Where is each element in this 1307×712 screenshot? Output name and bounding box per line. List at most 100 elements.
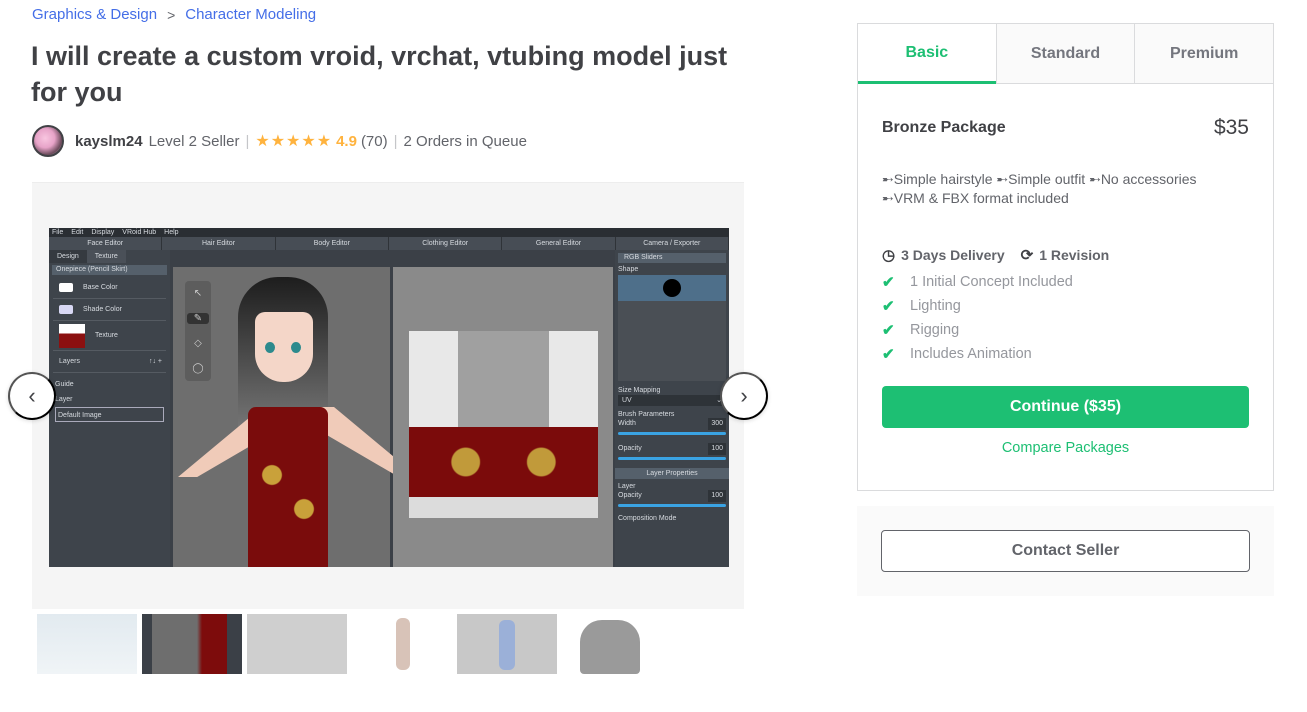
width-slider (618, 432, 726, 435)
vroid-editor-tabs: Face Editor Hair Editor Body Editor Clot… (49, 237, 729, 250)
model-viewport: ↖ ✎ ◇ ◯ (173, 267, 418, 567)
opacity-slider (618, 457, 726, 460)
star-rating-icon: ★★★★★ (255, 133, 333, 150)
tab-design: Design (49, 250, 87, 263)
brush-shapes (618, 275, 726, 381)
gallery-thumbnail-active[interactable] (142, 614, 242, 674)
gallery-thumbnail[interactable] (37, 614, 137, 674)
breadcrumb-character-modeling[interactable]: Character Modeling (185, 6, 316, 23)
breadcrumb-graphics-design[interactable]: Graphics & Design (32, 6, 157, 23)
opacity-label: Opacity (618, 445, 642, 452)
gallery-thumbnail[interactable] (562, 614, 662, 674)
color-swatch (59, 305, 73, 314)
contact-seller-button[interactable]: Contact Seller (881, 530, 1250, 572)
seller-username[interactable]: kayslm24 (75, 133, 143, 150)
orders-in-queue: 2 Orders in Queue (403, 132, 527, 150)
vroid-right-panel: RGB Sliders Shape Size Mapping UV ⌄ Brush… (615, 250, 729, 567)
pointer-icon: ↖ (193, 288, 203, 299)
prop-base-color: Base Color (53, 277, 166, 299)
gig-title: I will create a custom vroid, vrchat, vt… (31, 41, 728, 107)
layer-item: Guide (55, 381, 74, 388)
rating-score: 4.9 (336, 132, 357, 150)
section-onepiece: Onepiece (Pencil Skirt) (52, 265, 167, 275)
feature-list: ✔ 1 Initial Concept Included ✔ Lighting ✔ R… (882, 270, 1249, 366)
seller-overview: kayslm24 Level 2 Seller | ★★★★★ 4.9 (70)… (32, 125, 527, 157)
prop-label: Shade Color (83, 306, 122, 313)
gallery-thumbnail[interactable] (247, 614, 347, 674)
size-mapping-label: Size Mapping (618, 387, 661, 394)
feature-label: Rigging (910, 322, 960, 338)
check-icon: ✔ (882, 322, 895, 339)
shape-label: Shape (618, 266, 639, 273)
layer-item: Layer (55, 396, 73, 403)
divider: | (245, 132, 250, 150)
gallery-thumbnail[interactable] (352, 614, 452, 674)
editor-camera: Camera / Exporter (616, 237, 729, 250)
layer-opacity-slider (618, 504, 726, 507)
tool-palette: ↖ ✎ ◇ ◯ (185, 281, 211, 381)
layer-controls-icon: ↑↓ + (148, 358, 162, 365)
brush-params-label: Brush Parameters (618, 411, 675, 418)
gallery-prev-button[interactable]: ‹ (8, 372, 56, 420)
compare-packages-link[interactable]: Compare Packages (882, 440, 1249, 456)
revision-text: 1 Revision (1039, 247, 1110, 263)
editor-clothing: Clothing Editor (389, 237, 503, 250)
seller-level: Level 2 Seller (148, 132, 240, 150)
layer-opacity-value: 100 (708, 490, 726, 502)
gallery-thumbnail[interactable] (457, 614, 557, 674)
pencil-icon: ✎ (187, 313, 209, 324)
check-icon: ✔ (882, 298, 895, 315)
layer-properties-header: Layer Properties (615, 468, 729, 479)
vroid-left-panel: Design Texture Onepiece (Pencil Skirt) B… (49, 250, 170, 567)
layer-item: Default Image (55, 407, 164, 422)
delivery-info: ◷ 3 Days Delivery (882, 246, 1005, 264)
package-name: Bronze Package (882, 119, 1006, 136)
layers-label: Layers (59, 358, 81, 365)
feature-label: Includes Animation (910, 346, 1032, 362)
composition-mode-label: Composition Mode (618, 515, 677, 522)
chevron-left-icon: ‹ (28, 383, 36, 408)
clock-icon: ◷ (882, 247, 896, 264)
feature-item: ✔ Lighting (882, 294, 1249, 318)
opacity-value: 100 (708, 443, 726, 455)
package-card: Basic Standard Premium Bronze Package $3… (857, 23, 1274, 491)
package-price: $35 (1213, 116, 1249, 139)
tab-standard[interactable]: Standard (995, 24, 1135, 83)
menu-help: Help (164, 229, 179, 236)
chevron-right-icon: > (167, 6, 176, 23)
feature-item: ✔ Rigging (882, 318, 1249, 342)
layers-list: Guide Layer Default Image (49, 373, 170, 426)
seller-avatar[interactable] (32, 125, 64, 157)
menu-edit: Edit (71, 229, 84, 236)
check-icon: ✔ (882, 346, 895, 363)
menu-vroid-hub: VRoid Hub (122, 229, 157, 236)
tab-basic[interactable]: Basic (858, 24, 996, 84)
layers-header: Layers ↑↓ + (53, 351, 166, 373)
tab-texture: Texture (86, 250, 126, 263)
texture-uv-view (393, 267, 613, 567)
texture-thumbnail (59, 323, 85, 348)
prop-texture: Texture (53, 321, 166, 351)
breadcrumb: Graphics & Design > Character Modeling (32, 6, 316, 23)
editor-hair: Hair Editor (162, 237, 276, 250)
gallery-main-image[interactable]: File Edit Display VRoid Hub Help Face Ed… (49, 228, 729, 567)
prop-label: Base Color (83, 284, 118, 291)
delivery-text: 3 Days Delivery (901, 247, 1005, 263)
editor-body: Body Editor (276, 237, 389, 250)
package-meta: ◷ 3 Days Delivery ⟳ 1 Revision (882, 246, 1249, 264)
rating-count[interactable]: (70) (361, 133, 388, 150)
check-icon: ✔ (882, 274, 895, 291)
prop-label: Texture (95, 332, 118, 339)
gallery-next-button[interactable]: › (720, 372, 768, 420)
continue-button[interactable]: Continue ($35) (882, 386, 1249, 428)
eraser-icon: ◇ (194, 338, 202, 349)
layer-opacity-label: Opacity (618, 492, 642, 499)
revision-info: ⟳ 1 Revision (1021, 246, 1110, 264)
rgb-sliders-header: RGB Sliders (618, 253, 726, 263)
tab-premium[interactable]: Premium (1134, 24, 1274, 83)
width-label: Width (618, 420, 636, 427)
package-description: ➸Simple hairstyle ➸Simple outfit ➸No acc… (882, 171, 1197, 206)
package-tabs: Basic Standard Premium (858, 24, 1274, 84)
contact-section: Contact Seller (857, 506, 1274, 596)
menu-display: Display (91, 229, 115, 236)
